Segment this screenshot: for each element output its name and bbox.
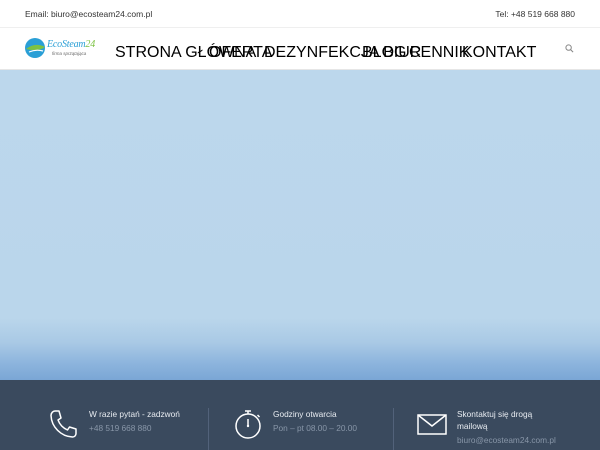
main-navbar: EcoSteam24 firma sprzątająca STRONA GŁÓW… [0, 28, 600, 70]
logo-tagline: firma sprzątająca [52, 51, 87, 56]
contact-info-strip: W razie pytań - zadzwoń +48 519 668 880 … [0, 380, 600, 450]
nav-item-contact[interactable]: KONTAKT [462, 44, 536, 62]
search-icon[interactable] [565, 44, 574, 53]
envelope-icon [417, 414, 447, 435]
info-divider [393, 408, 394, 450]
stopwatch-icon [235, 410, 261, 439]
top-email[interactable]: Email: biuro@ecosteam24.com.pl [25, 9, 152, 19]
top-contact-bar: Email: biuro@ecosteam24.com.pl Tel: +48 … [0, 0, 600, 28]
info-divider [208, 408, 209, 450]
phone-icon [50, 410, 77, 438]
logo-brand-text: EcoSteam24 [47, 39, 95, 50]
hero-banner [0, 70, 600, 380]
nav-item-blog[interactable]: BLOG [362, 44, 406, 62]
info-email-address[interactable]: biuro@ecosteam24.com.pl [457, 435, 556, 445]
logo-drop-icon [25, 38, 45, 58]
info-email-title: Skontaktuj się drogą [457, 409, 533, 419]
logo[interactable]: EcoSteam24 firma sprzątająca [24, 36, 95, 62]
info-hours-value: Pon – pt 08.00 – 20.00 [273, 423, 357, 433]
nav-item-offer[interactable]: OFERTA [209, 44, 272, 62]
nav-item-pricing[interactable]: CENNIK [409, 44, 469, 62]
info-email-title-line2: mailową [457, 421, 488, 431]
info-hours-title: Godziny otwarcia [273, 409, 337, 419]
info-phone-number[interactable]: +48 519 668 880 [89, 423, 152, 433]
info-phone-title: W razie pytań - zadzwoń [89, 409, 180, 419]
top-phone[interactable]: Tel: +48 519 668 880 [495, 9, 575, 19]
